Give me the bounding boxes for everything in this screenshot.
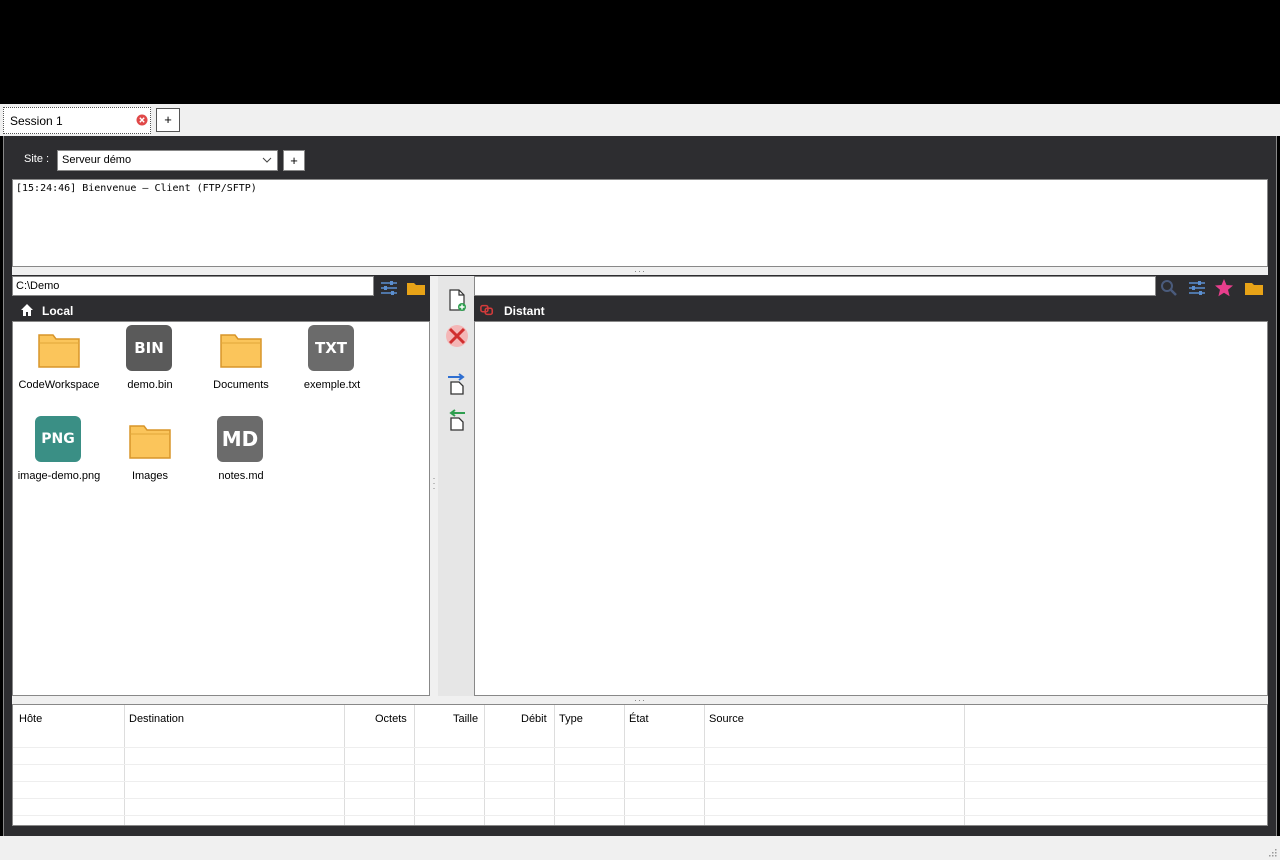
remote-pane-title: Distant [504, 304, 545, 318]
pane-splitter[interactable]: · · · [430, 276, 438, 696]
local-file-pane[interactable]: CodeWorkspace BIN demo.bin Documents TXT… [12, 321, 430, 696]
table-row[interactable] [13, 781, 1267, 782]
column-header-type[interactable]: Type [559, 713, 583, 725]
log-line: [15:24:46] Bienvenue — Client (FTP/SFTP) [16, 183, 257, 194]
md-file-icon: MD [217, 416, 263, 462]
file-name: exemple.txt [303, 379, 361, 391]
local-pane-title: Local [42, 304, 74, 318]
file-name: CodeWorkspace [18, 379, 100, 391]
filter-icon[interactable] [1186, 278, 1208, 298]
site-selected-value: Serveur démo [62, 154, 132, 166]
file-item[interactable]: PNG image-demo.png [14, 416, 104, 482]
txt-file-icon: TXT [308, 325, 354, 371]
folder-icon [38, 334, 80, 368]
table-row[interactable] [13, 764, 1267, 765]
resize-grip-icon[interactable] [1267, 847, 1277, 857]
column-header-source[interactable]: Source [709, 713, 744, 725]
png-file-icon: PNG [35, 416, 81, 462]
log-console: [15:24:46] Bienvenue — Client (FTP/SFTP) [12, 179, 1268, 267]
delete-icon[interactable] [445, 324, 469, 348]
search-icon[interactable] [1158, 278, 1180, 298]
table-row[interactable] [13, 747, 1267, 748]
download-icon[interactable] [445, 408, 469, 432]
column-header-host[interactable]: Hôte [19, 713, 42, 725]
file-item[interactable]: Documents [196, 325, 286, 391]
site-label: Site : [24, 153, 50, 165]
chevron-down-icon [262, 157, 272, 163]
local-path-input[interactable]: C:\Demo [12, 276, 374, 296]
folder-icon[interactable] [1243, 278, 1265, 298]
link-icon [480, 304, 494, 316]
column-header-state[interactable]: État [629, 713, 649, 725]
transfer-queue-table[interactable]: Hôte Destination Octets Taille Débit Typ… [12, 704, 1268, 826]
column-header-bytes[interactable]: Octets [375, 713, 407, 725]
queue-splitter[interactable]: ··· [12, 696, 1268, 705]
local-pane-header: Local [12, 299, 430, 322]
status-bar [0, 836, 1280, 860]
remote-file-pane[interactable] [474, 321, 1268, 696]
file-item[interactable]: TXT exemple.txt [287, 325, 377, 391]
filter-icon[interactable] [378, 278, 400, 298]
folder-icon [220, 334, 262, 368]
new-file-icon[interactable] [445, 288, 469, 312]
table-row[interactable] [13, 798, 1267, 799]
file-item[interactable]: MD notes.md [196, 416, 286, 482]
file-item[interactable]: Images [105, 416, 195, 482]
folder-icon[interactable] [405, 278, 427, 298]
transfer-toolbar [438, 276, 474, 696]
home-icon [21, 304, 33, 316]
star-icon[interactable] [1213, 278, 1235, 298]
folder-icon [129, 425, 171, 459]
file-name: notes.md [218, 470, 264, 482]
session-tab-strip: Session 1 [0, 104, 1280, 136]
session-tab-label: Session 1 [10, 114, 63, 128]
remote-pane-header: Distant [474, 299, 1268, 322]
remote-path-input[interactable] [474, 276, 1156, 296]
column-header-size[interactable]: Taille [453, 713, 478, 725]
file-name: Images [131, 470, 169, 482]
top-black-area [0, 0, 1280, 104]
add-site-button[interactable]: + [283, 150, 305, 171]
add-session-button[interactable]: + [156, 108, 180, 132]
column-header-rate[interactable]: Débit [521, 713, 547, 725]
file-item[interactable]: BIN demo.bin [105, 325, 195, 391]
column-header-destination[interactable]: Destination [129, 713, 184, 725]
log-splitter[interactable]: ··· [12, 267, 1268, 276]
bin-file-icon: BIN [126, 325, 172, 371]
session-tab[interactable]: Session 1 [3, 107, 151, 134]
file-name: image-demo.png [17, 470, 101, 482]
file-name: demo.bin [127, 379, 173, 391]
site-select[interactable]: Serveur démo [57, 150, 278, 171]
file-item[interactable]: CodeWorkspace [14, 325, 104, 391]
upload-icon[interactable] [445, 372, 469, 396]
close-icon[interactable] [136, 114, 148, 126]
table-row[interactable] [13, 815, 1267, 816]
file-name: Documents [213, 379, 269, 391]
